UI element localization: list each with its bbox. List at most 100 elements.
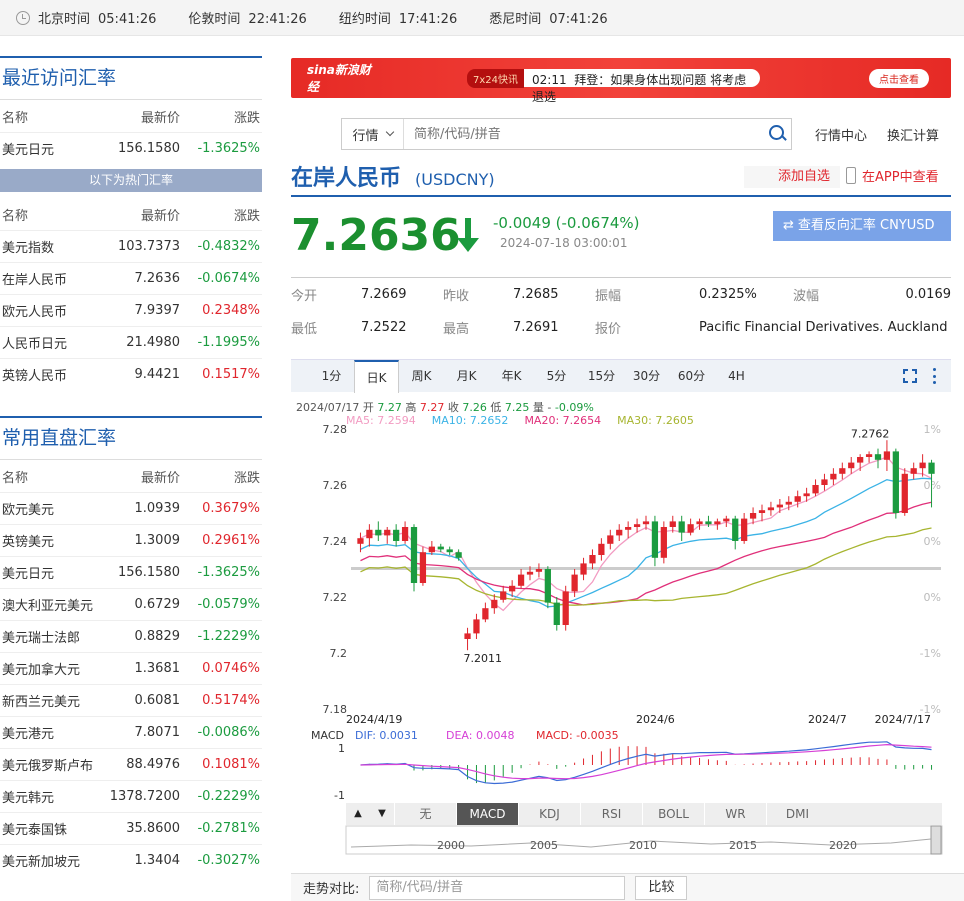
more-options-icon[interactable] [933,368,937,384]
rate-row[interactable]: 美元新加坡元 1.3404 -0.3027% [0,844,262,876]
market-center-link[interactable]: 行情中心 [815,125,867,144]
candle-body [553,602,560,625]
y-tick-label-right: 0% [924,591,941,604]
rate-change: 0.3679% [202,501,260,516]
scroll-up-icon[interactable]: ▲ [346,803,370,825]
open-in-app-button[interactable]: 在APP中查看 [846,166,939,185]
rate-change: -1.3625% [197,565,260,580]
timezone-london: 伦敦时间 22:41:26 [188,12,307,27]
rate-name[interactable]: 英镑美元 [0,531,100,550]
indicator-tab[interactable]: WR [704,803,766,825]
rate-change: 0.1081% [202,757,260,772]
rate-name[interactable]: 美元新加坡元 [0,851,100,870]
candle-body [821,479,828,485]
rate-name[interactable]: 美元韩元 [0,787,100,806]
period-tab[interactable]: 日K [354,359,399,393]
period-tab[interactable]: 15分 [579,360,624,393]
candle-body [669,521,676,527]
rate-row[interactable]: 新西兰元美元 0.6081 0.5174% [0,684,262,716]
rate-name[interactable]: 美元日元 [0,563,100,582]
search-input[interactable] [404,126,763,142]
news-ticker[interactable]: 02:11 拜登：如果身体出现问题 将考虑退选 [524,69,761,104]
rate-row[interactable]: 欧元人民币 7.9397 0.2348% [0,294,262,326]
period-tab[interactable]: 周K [399,360,444,393]
rate-row[interactable]: 美元泰国铢 35.8600 -0.2781% [0,812,262,844]
rate-name[interactable]: 美元指数 [0,237,100,256]
macd-dif: DIF: 0.0031 [355,729,418,742]
rate-name[interactable]: 人民币日元 [0,333,100,352]
ohlc-part: 7.27 [419,401,445,414]
rate-name[interactable]: 美元瑞士法郎 [0,627,100,646]
period-tab[interactable]: 30分 [624,360,669,393]
indicator-tab[interactable]: DMI [766,803,828,825]
period-tab[interactable]: 4H [714,360,759,393]
x-tick-label: 2024/6 [636,713,675,726]
candle-body [874,454,882,460]
candle-body [741,518,748,541]
rate-row[interactable]: 英镑美元 1.3009 0.2961% [0,524,262,556]
add-favorite-button[interactable]: 添加自选 [744,166,840,188]
trend-compare-label: 走势对比: [303,882,360,897]
fx-calc-link[interactable]: 换汇计算 [887,125,939,144]
compare-input[interactable]: 简称/代码/拼音 [369,875,626,900]
indicator-tab[interactable]: 无 [394,803,456,825]
page-title: 在岸人民币 [291,166,402,191]
indicator-tab[interactable]: KDJ [518,803,580,825]
period-tab[interactable]: 60分 [669,360,714,393]
rate-row[interactable]: 美元日元 156.1580 -1.3625% [0,132,262,164]
reverse-rate-button[interactable]: ⇄ 查看反向汇率 CNYUSD [773,211,951,241]
rate-name[interactable]: 美元俄罗斯卢布 [0,755,100,774]
rate-row[interactable]: 美元港元 7.8071 -0.0086% [0,716,262,748]
search-icon[interactable] [763,120,791,148]
candle-body [526,571,534,575]
rate-name[interactable]: 英镑人民币 [0,365,100,384]
macd-tick: -1 [334,789,345,802]
rate-row[interactable]: 美元俄罗斯卢布 88.4976 0.1081% [0,748,262,780]
period-tab[interactable]: 月K [444,360,489,393]
period-tab[interactable]: 1分 [309,360,354,393]
period-tab[interactable]: 5分 [534,360,579,393]
candle-body [464,633,471,639]
rate-row[interactable]: 美元日元 156.1580 -1.3625% [0,556,262,588]
market-select[interactable]: 行情 [342,119,404,149]
rate-row[interactable]: 美元瑞士法郎 0.8829 -1.2229% [0,620,262,652]
common-rates-title: 常用直盘汇率 [0,416,262,460]
rate-name[interactable]: 欧元美元 [0,499,100,518]
period-tab[interactable]: 年K [489,360,534,393]
rate-name[interactable]: 欧元人民币 [0,301,100,320]
candle-body [803,493,810,497]
rate-name[interactable]: 美元加拿大元 [0,659,100,678]
rate-name[interactable]: 美元日元 [0,139,100,158]
rate-name[interactable]: 美元泰国铢 [0,819,100,838]
compare-button[interactable]: 比较 [635,875,688,900]
rate-name[interactable]: 在岸人民币 [0,269,100,288]
rate-price: 35.8600 [126,821,180,836]
rate-row[interactable]: 澳大利亚元美元 0.6729 -0.0579% [0,588,262,620]
rate-row[interactable]: 美元指数 103.7373 -0.4832% [0,230,262,262]
indicator-tab[interactable]: RSI [580,803,642,825]
candle-body [883,451,891,460]
news-banner[interactable]: sina新浪财经 7x24快讯 02:11 拜登：如果身体出现问题 将考虑退选 … [291,58,951,104]
search-bar: 行情 [341,118,792,150]
rate-row[interactable]: 英镑人民币 9.4421 0.1517% [0,358,262,390]
recent-rates-list: 美元日元 156.1580 -1.3625% [0,132,262,164]
rate-row[interactable]: 美元加拿大元 1.3681 0.0746% [0,652,262,684]
rate-change: -0.0086% [197,725,260,740]
scroll-down-icon[interactable]: ▼ [370,803,394,825]
rate-row[interactable]: 欧元美元 1.0939 0.3679% [0,492,262,524]
fullscreen-icon[interactable] [902,368,918,384]
candle-body [910,468,917,474]
rate-name[interactable]: 澳大利亚元美元 [0,595,100,614]
rate-row[interactable]: 美元韩元 1378.7200 -0.2229% [0,780,262,812]
period-tabs: 1分 日K 周K 月K 年K 5分 15分 30分 60分 4H [291,359,951,393]
banner-view-button[interactable]: 点击查看 [869,68,929,88]
timezone-beijing: 北京时间 05:41:26 [38,12,157,27]
candle-body [857,457,864,463]
rate-row[interactable]: 人民币日元 21.4980 -1.1995% [0,326,262,358]
rate-name[interactable]: 新西兰元美元 [0,691,100,710]
ohlc-part: 量 - [529,401,555,414]
rate-name[interactable]: 美元港元 [0,723,100,742]
indicator-tab[interactable]: MACD [456,803,518,825]
indicator-tab[interactable]: BOLL [642,803,704,825]
rate-row[interactable]: 在岸人民币 7.2636 -0.0674% [0,262,262,294]
